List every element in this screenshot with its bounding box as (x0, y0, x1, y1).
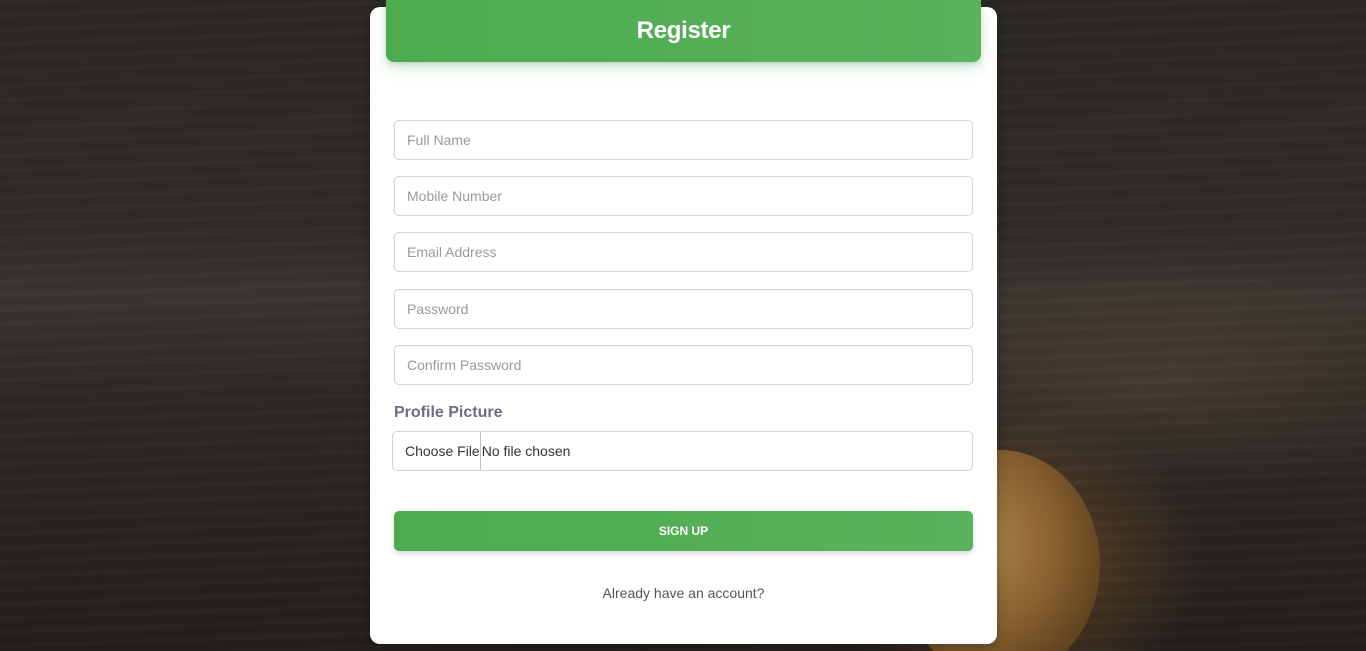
email-input[interactable] (394, 232, 973, 272)
mobile-number-input[interactable] (394, 176, 973, 216)
page-title: Register (636, 17, 731, 44)
confirm-password-input[interactable] (394, 345, 973, 385)
full-name-input[interactable] (394, 120, 973, 160)
login-link[interactable]: Already have an account? (370, 585, 997, 601)
profile-picture-file-input[interactable]: Choose File No file chosen (392, 431, 973, 471)
password-input[interactable] (394, 289, 973, 329)
sign-up-button[interactable]: SIGN UP (394, 511, 973, 551)
card-header: Register (386, 0, 981, 62)
register-card: Register Profile Picture Choose File No … (370, 0, 997, 644)
file-status-text: No file chosen (481, 443, 571, 459)
choose-file-button[interactable]: Choose File (393, 432, 481, 470)
profile-picture-label: Profile Picture (394, 404, 503, 421)
